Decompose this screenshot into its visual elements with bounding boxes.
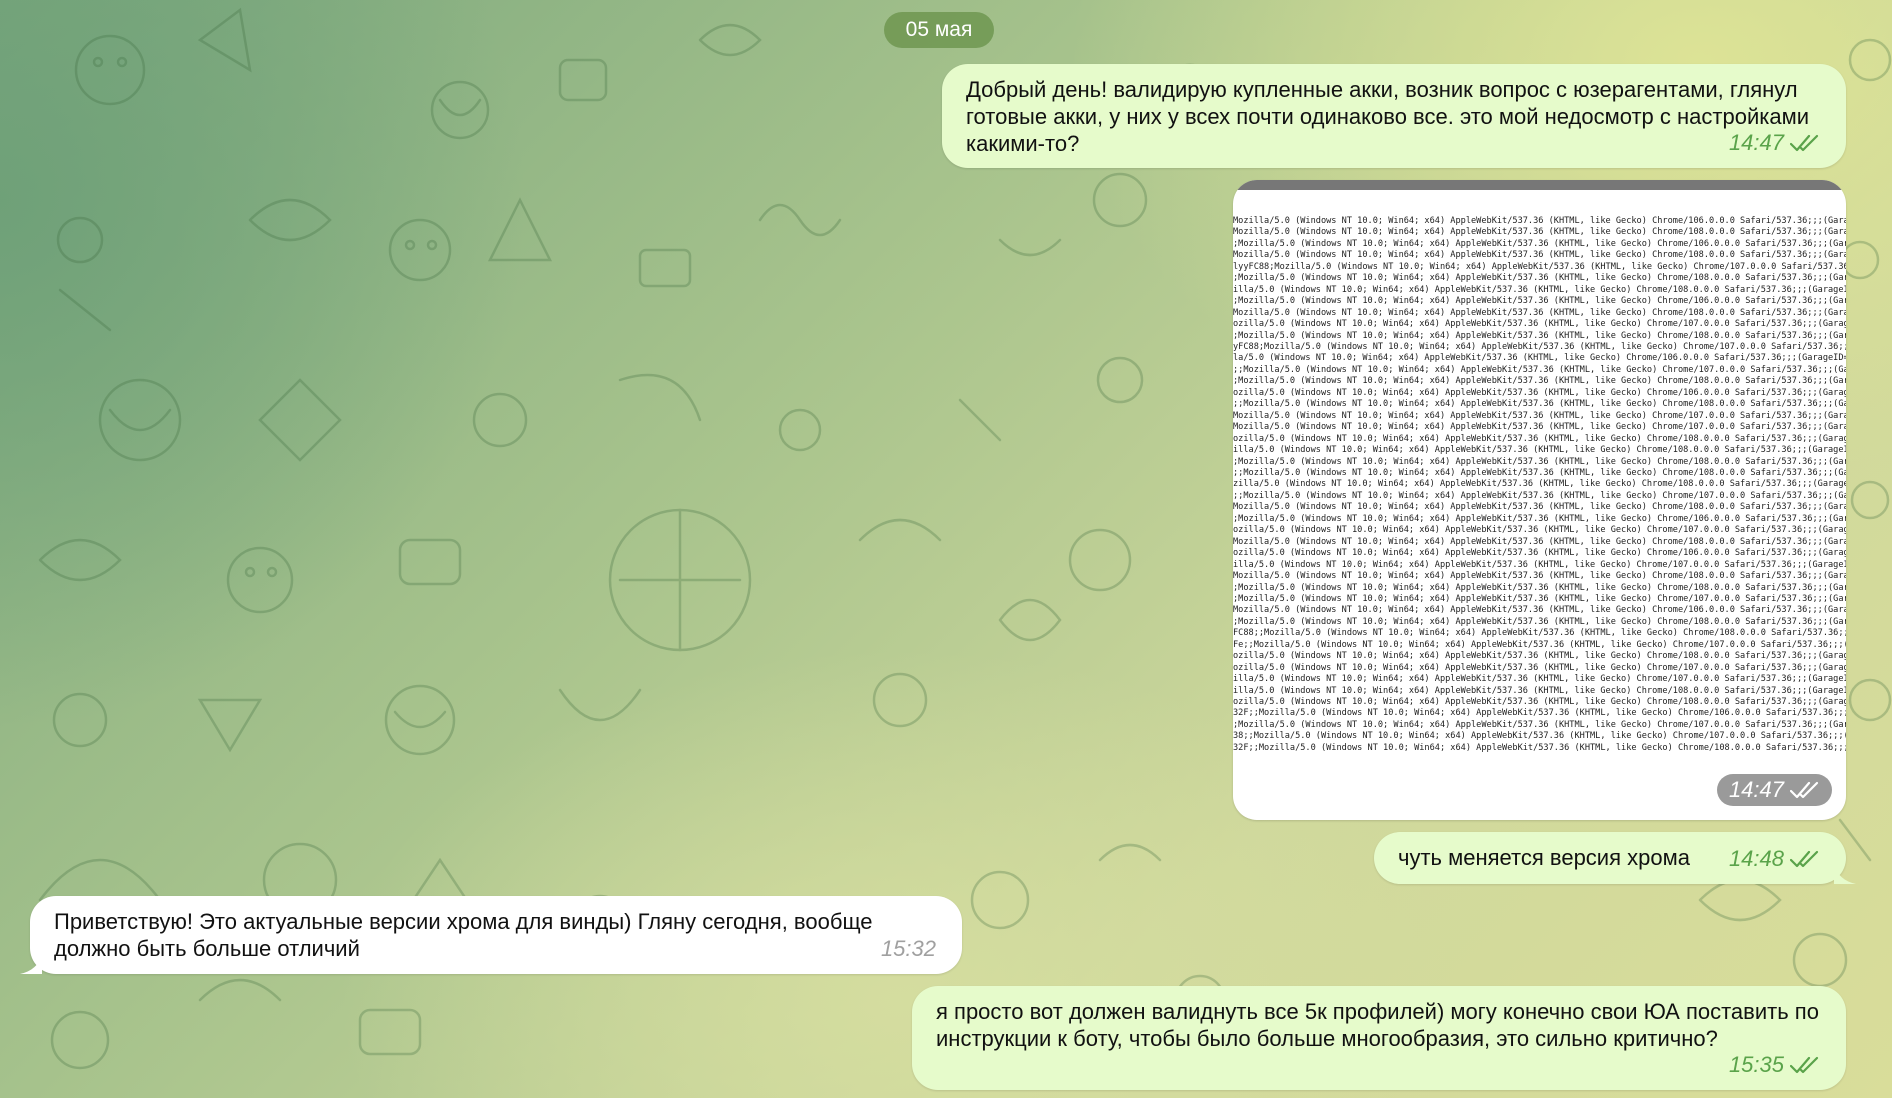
user-agent-line: ;;Mozilla/5.0 (Windows NT 10.0; Win64; x…	[1233, 467, 1846, 478]
message-bubble-outgoing[interactable]: я просто вот должен валиднуть все 5к про…	[912, 986, 1846, 1090]
message-bubble-outgoing[interactable]: чуть меняется версия хрома 14:48	[1374, 832, 1856, 884]
message-time: 15:35	[1728, 1052, 1784, 1077]
user-agent-line: lyyFC88;Mozilla/5.0 (Windows NT 10.0; Wi…	[1233, 261, 1846, 272]
user-agent-line: illa/5.0 (Windows NT 10.0; Win64; x64) A…	[1233, 284, 1846, 295]
user-agent-line: ozilla/5.0 (Windows NT 10.0; Win64; x64)…	[1233, 525, 1846, 536]
user-agent-line: illa/5.0 (Windows NT 10.0; Win64; x64) A…	[1233, 445, 1846, 456]
user-agent-line: Mozilla/5.0 (Windows NT 10.0; Win64; x64…	[1233, 250, 1846, 261]
user-agent-line: ;Mozilla/5.0 (Windows NT 10.0; Win64; x6…	[1233, 719, 1846, 730]
user-agent-line: 32F;;Mozilla/5.0 (Windows NT 10.0; Win64…	[1233, 742, 1846, 753]
user-agent-line: ;Mozilla/5.0 (Windows NT 10.0; Win64; x6…	[1233, 330, 1846, 341]
user-agent-line: ozilla/5.0 (Windows NT 10.0; Win64; x64)…	[1233, 319, 1846, 330]
user-agent-line: ;Mozilla/5.0 (Windows NT 10.0; Win64; x6…	[1233, 593, 1846, 604]
user-agent-line: ;Mozilla/5.0 (Windows NT 10.0; Win64; x6…	[1233, 376, 1846, 387]
photo-top-edge	[1233, 180, 1846, 190]
double-check-icon	[1790, 134, 1819, 151]
user-agent-line: illa/5.0 (Windows NT 10.0; Win64; x64) A…	[1233, 685, 1846, 696]
user-agent-line: Mozilla/5.0 (Windows NT 10.0; Win64; x64…	[1233, 227, 1846, 238]
message-bubble-outgoing[interactable]: Добрый день! валидирую купленные акки, в…	[942, 64, 1846, 168]
message-meta: 14:48	[1729, 845, 1820, 872]
user-agent-line: ozilla/5.0 (Windows NT 10.0; Win64; x64)…	[1233, 651, 1846, 662]
user-agent-list-screenshot: Mozilla/5.0 (Windows NT 10.0; Win64; x64…	[1233, 216, 1846, 754]
user-agent-line: ;Mozilla/5.0 (Windows NT 10.0; Win64; x6…	[1233, 273, 1846, 284]
user-agent-line: ;;Mozilla/5.0 (Windows NT 10.0; Win64; x…	[1233, 490, 1846, 501]
user-agent-line: 38;;Mozilla/5.0 (Windows NT 10.0; Win64;…	[1233, 731, 1846, 742]
user-agent-line: ;;Mozilla/5.0 (Windows NT 10.0; Win64; x…	[1233, 399, 1846, 410]
double-check-icon	[1790, 1056, 1819, 1073]
photo-message-meta: 14:47	[1716, 774, 1832, 806]
user-agent-line: zilla/5.0 (Windows NT 10.0; Win64; x64) …	[1233, 479, 1846, 490]
user-agent-line: Mozilla/5.0 (Windows NT 10.0; Win64; x64…	[1233, 422, 1846, 433]
message-meta: 15:32	[881, 935, 936, 962]
bubble-tail	[1834, 864, 1856, 884]
user-agent-line: Fe;;Mozilla/5.0 (Windows NT 10.0; Win64;…	[1233, 639, 1846, 650]
user-agent-line: ;Mozilla/5.0 (Windows NT 10.0; Win64; x6…	[1233, 582, 1846, 593]
message-time: 14:47	[1728, 777, 1784, 802]
user-agent-line: illa/5.0 (Windows NT 10.0; Win64; x64) A…	[1233, 674, 1846, 685]
user-agent-line: ;Mozilla/5.0 (Windows NT 10.0; Win64; x6…	[1233, 296, 1846, 307]
user-agent-line: 32F;;Mozilla/5.0 (Windows NT 10.0; Win64…	[1233, 708, 1846, 719]
date-separator: 05 мая	[884, 12, 994, 48]
user-agent-line: FC88;;Mozilla/5.0 (Windows NT 10.0; Win6…	[1233, 628, 1846, 639]
user-agent-line: ozilla/5.0 (Windows NT 10.0; Win64; x64)…	[1233, 433, 1846, 444]
message-photo-attachment[interactable]: Mozilla/5.0 (Windows NT 10.0; Win64; x64…	[1233, 180, 1846, 820]
user-agent-line: ozilla/5.0 (Windows NT 10.0; Win64; x64)…	[1233, 387, 1846, 398]
user-agent-line: illa/5.0 (Windows NT 10.0; Win64; x64) A…	[1233, 559, 1846, 570]
message-meta: 15:35	[1729, 1051, 1820, 1078]
chat-view: 05 мая Добрый день! валидирую купленные …	[0, 0, 1892, 1098]
user-agent-line: yFC88;Mozilla/5.0 (Windows NT 10.0; Win6…	[1233, 341, 1846, 352]
user-agent-line: ;;Mozilla/5.0 (Windows NT 10.0; Win64; x…	[1233, 364, 1846, 375]
bubble-tail	[20, 954, 42, 974]
message-text: Добрый день! валидирую купленные акки, в…	[966, 77, 1809, 156]
user-agent-line: Mozilla/5.0 (Windows NT 10.0; Win64; x64…	[1233, 536, 1846, 547]
user-agent-line: ;Mozilla/5.0 (Windows NT 10.0; Win64; x6…	[1233, 513, 1846, 524]
double-check-icon	[1790, 850, 1819, 867]
message-time: 14:48	[1728, 846, 1784, 871]
user-agent-line: Mozilla/5.0 (Windows NT 10.0; Win64; x64…	[1233, 410, 1846, 421]
user-agent-line: la/5.0 (Windows NT 10.0; Win64; x64) App…	[1233, 353, 1846, 364]
user-agent-line: Mozilla/5.0 (Windows NT 10.0; Win64; x64…	[1233, 307, 1846, 318]
user-agent-line: ozilla/5.0 (Windows NT 10.0; Win64; x64)…	[1233, 697, 1846, 708]
user-agent-line: ;Mozilla/5.0 (Windows NT 10.0; Win64; x6…	[1233, 616, 1846, 627]
message-text: я просто вот должен валиднуть все 5к про…	[936, 999, 1819, 1051]
user-agent-line: ;Mozilla/5.0 (Windows NT 10.0; Win64; x6…	[1233, 456, 1846, 467]
user-agent-line: ozilla/5.0 (Windows NT 10.0; Win64; x64)…	[1233, 662, 1846, 673]
user-agent-line: Mozilla/5.0 (Windows NT 10.0; Win64; x64…	[1233, 605, 1846, 616]
message-meta: 14:47	[1729, 129, 1820, 156]
user-agent-line: Mozilla/5.0 (Windows NT 10.0; Win64; x64…	[1233, 571, 1846, 582]
message-bubble-incoming[interactable]: Приветствую! Это актуальные версии хрома…	[20, 896, 962, 974]
double-check-icon	[1790, 781, 1819, 799]
user-agent-line: ;Mozilla/5.0 (Windows NT 10.0; Win64; x6…	[1233, 238, 1846, 249]
message-text: Приветствую! Это актуальные версии хрома…	[54, 909, 873, 961]
user-agent-line: ozilla/5.0 (Windows NT 10.0; Win64; x64)…	[1233, 548, 1846, 559]
user-agent-line: Mozilla/5.0 (Windows NT 10.0; Win64; x64…	[1233, 216, 1846, 226]
user-agent-line: Mozilla/5.0 (Windows NT 10.0; Win64; x64…	[1233, 502, 1846, 513]
message-time: 14:47	[1728, 130, 1784, 155]
message-time: 15:32	[880, 936, 936, 961]
